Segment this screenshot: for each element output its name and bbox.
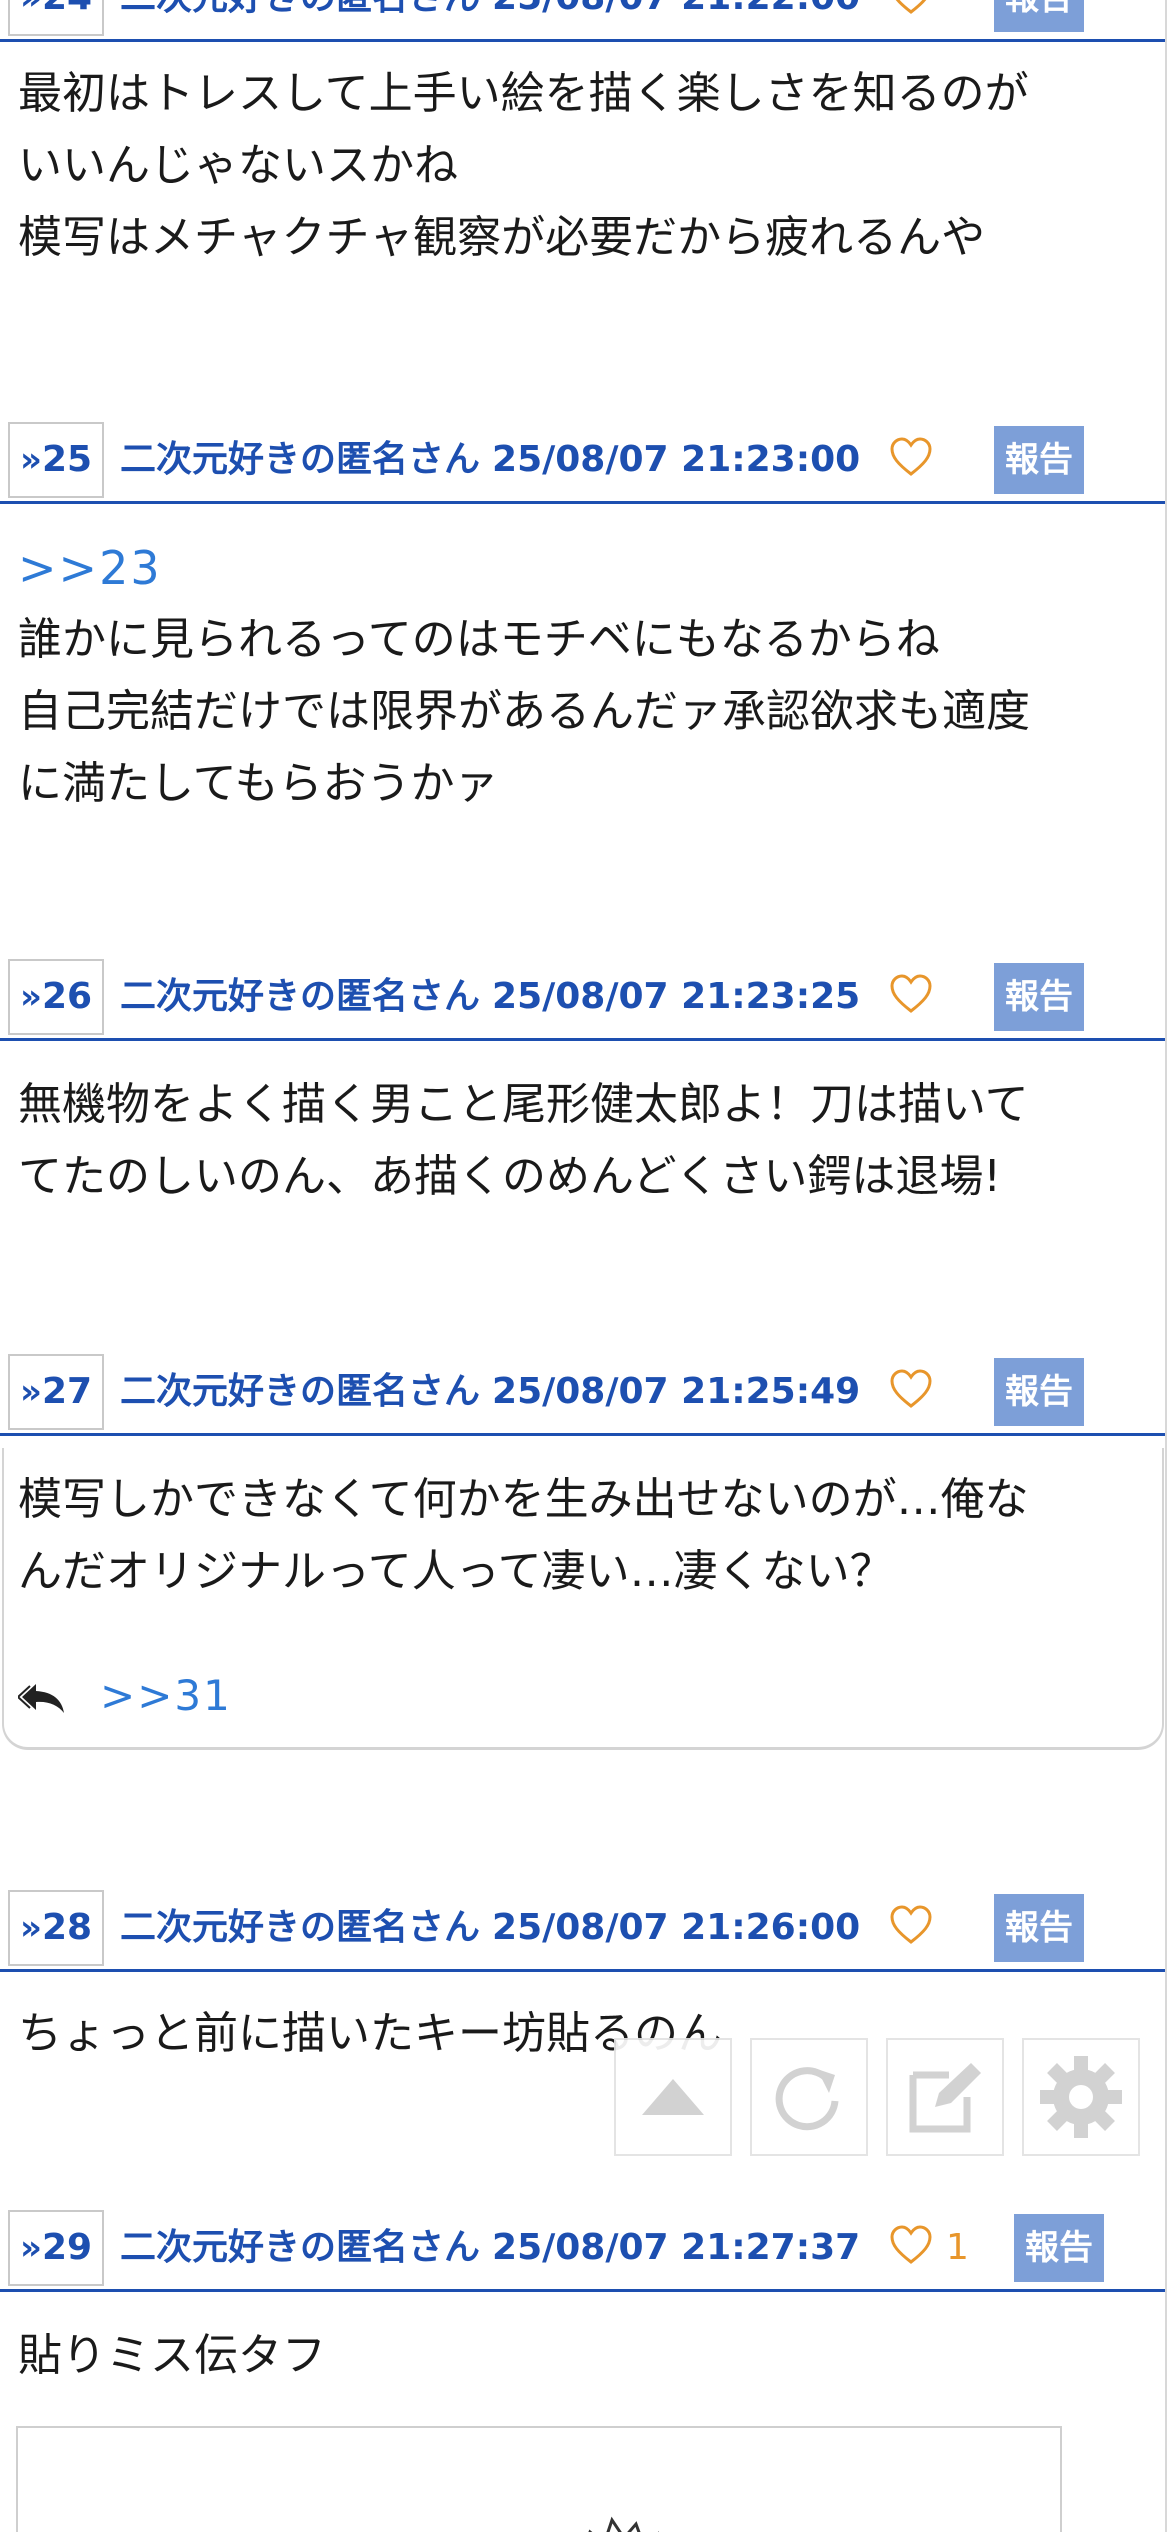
- post-header-28: » 28 二次元好きの匿名さん 25/08/07 21:26:00 報告: [0, 1886, 1166, 1972]
- like-button-24[interactable]: [888, 0, 942, 24]
- heart-icon: [890, 1369, 932, 1408]
- scroll-top-icon: [642, 2079, 704, 2115]
- post-text-line: 最初はトレスして上手い絵を描く楽しさを知るのが: [18, 68, 1029, 119]
- post-text-line: 貼りミス伝タフ: [18, 2330, 326, 2381]
- post-text-line: いいんじゃないスかね: [18, 140, 458, 191]
- post-number-27[interactable]: » 27: [8, 1354, 104, 1430]
- post-datetime: 25/08/07 21:27:37: [492, 2227, 861, 2268]
- post-text-line: 模写はメチャクチャ観察が必要だから疲れるんや: [18, 212, 986, 263]
- settings-icon: [1040, 2056, 1122, 2138]
- report-button-27[interactable]: 報告: [994, 1358, 1084, 1426]
- post-datetime: 25/08/07 21:23:25: [492, 976, 861, 1017]
- page-edge: [1165, 0, 1167, 2532]
- post-header-26: » 26 二次元好きの匿名さん 25/08/07 21:23:25 報告: [0, 955, 1166, 1041]
- divider: [0, 39, 1166, 42]
- anchor-link[interactable]: >>23: [18, 532, 1160, 604]
- post-number-26[interactable]: » 26: [8, 959, 104, 1035]
- reply-link[interactable]: >>31: [100, 1666, 232, 1726]
- report-button-24[interactable]: 報告: [994, 0, 1084, 32]
- like-button-29[interactable]: [888, 2224, 942, 2274]
- post-meta-28: 二次元好きの匿名さん 25/08/07 21:26:00: [120, 1890, 860, 1966]
- divider: [0, 501, 1166, 504]
- reply-chevron-icon: »: [20, 440, 42, 480]
- post-header-25: » 25 二次元好きの匿名さん 25/08/07 21:23:00 報告: [0, 418, 1166, 504]
- reply-chevron-icon: »: [20, 977, 42, 1017]
- like-count: 1: [946, 2227, 969, 2268]
- compose-icon: [909, 2063, 981, 2133]
- divider: [0, 1969, 1166, 1972]
- author-name: 二次元好きの匿名さん: [120, 976, 481, 1017]
- reply-arrow-icon: [18, 1684, 64, 1713]
- post-body-25: >>23 誰かに見られるってのはモチベにもなるからね 自己完結だけでは限界がある…: [0, 532, 1160, 820]
- post-text-line: てたのしいのん、あ描くのめんどくさい鍔は退場!: [18, 1151, 1001, 1202]
- post-number-24[interactable]: »24: [8, 0, 104, 36]
- post-body-26: 無機物をよく描く男こと尾形健太郎よ！刀は描いて てたのしいのん、あ描くのめんどく…: [0, 1069, 1160, 1213]
- heart-icon: [890, 2225, 932, 2264]
- post-text-line: 模写しかできなくて何かを生み出せないのが…俺な: [18, 1474, 1029, 1525]
- like-button-25[interactable]: [888, 436, 942, 486]
- author-name: 二次元好きの匿名さん: [120, 1371, 481, 1412]
- like-button-26[interactable]: [888, 973, 942, 1023]
- post-header-24: »24 二次元好きの匿名さん 25/08/07 21:22:00 報告: [0, 0, 1166, 42]
- heart-icon: [895, 0, 927, 14]
- divider: [0, 1433, 1166, 1436]
- heart-icon: [890, 1905, 932, 1944]
- report-button-26[interactable]: 報告: [994, 963, 1084, 1031]
- post-body-27: 模写しかできなくて何かを生み出せないのが…俺な んだオリジナルって人って凄い…凄…: [0, 1464, 1160, 1608]
- post-text-line: んだオリジナルって人って凄い…凄くない？: [18, 1546, 894, 1597]
- post-meta-29: 二次元好きの匿名さん 25/08/07 21:27:37: [120, 2210, 860, 2286]
- post-text-line: 自己完結だけでは限界があるんだァ承認欲求も適度: [18, 686, 1030, 737]
- post-number-28[interactable]: » 28: [8, 1890, 104, 1966]
- divider: [0, 2289, 1166, 2292]
- post-body-29: 貼りミス伝タフ: [0, 2320, 1160, 2392]
- compose-button[interactable]: [886, 2038, 1004, 2156]
- post-header-29: » 29 二次元好きの匿名さん 25/08/07 21:27:37 1 報告: [0, 2206, 1166, 2292]
- post-number-29[interactable]: » 29: [8, 2210, 104, 2286]
- divider: [0, 1038, 1166, 1041]
- post-text-line: 誰かに見られるってのはモチベにもなるからね: [18, 614, 940, 665]
- heart-icon: [890, 974, 932, 1013]
- post-body-24: 最初はトレスして上手い絵を描く楽しさを知るのが いいんじゃないスかね 模写はメチ…: [0, 58, 1160, 274]
- post-text-line: に満たしてもらおうかァ: [18, 758, 499, 809]
- post-datetime: 25/08/07 21:25:49: [492, 1371, 861, 1412]
- refresh-button[interactable]: [750, 2038, 868, 2156]
- post-header-27: » 27 二次元好きの匿名さん 25/08/07 21:25:49 報告: [0, 1350, 1166, 1436]
- post-text-line: 無機物をよく描く男こと尾形健太郎よ！刀は描いて: [18, 1079, 1029, 1130]
- thread-page: »24 二次元好きの匿名さん 25/08/07 21:22:00 報告 最初はトレ…: [0, 0, 1170, 2532]
- report-button-28[interactable]: 報告: [994, 1894, 1084, 1962]
- drawing-thumbnail: [588, 2516, 660, 2532]
- attached-image[interactable]: [16, 2426, 1062, 2532]
- post-datetime: 25/08/07 21:22:00: [492, 0, 860, 18]
- like-button-27[interactable]: [888, 1368, 942, 1418]
- report-button-29[interactable]: 報告: [1014, 2214, 1104, 2282]
- post-number-25[interactable]: » 25: [8, 422, 104, 498]
- post-datetime: 25/08/07 21:23:00: [492, 439, 861, 480]
- refresh-icon: [775, 2067, 839, 2131]
- reply-chevron-icon: »: [20, 1908, 42, 1948]
- reply-chevron-icon: »: [20, 1372, 42, 1412]
- report-button-25[interactable]: 報告: [994, 426, 1084, 494]
- author-name: 二次元好きの匿名さん: [120, 0, 480, 18]
- author-name: 二次元好きの匿名さん: [120, 1907, 481, 1948]
- author-name: 二次元好きの匿名さん: [120, 439, 481, 480]
- settings-button[interactable]: [1022, 2038, 1140, 2156]
- reply-chevron-icon: »: [20, 2228, 42, 2268]
- like-button-28[interactable]: [888, 1904, 942, 1954]
- author-name: 二次元好きの匿名さん: [120, 2227, 481, 2268]
- scroll-top-button[interactable]: [614, 2038, 732, 2156]
- post-meta-26: 二次元好きの匿名さん 25/08/07 21:23:25: [120, 959, 860, 1035]
- post-meta-24: 二次元好きの匿名さん 25/08/07 21:22:00: [120, 0, 860, 36]
- reply-chevron-icon: »: [20, 0, 42, 18]
- post-meta-27: 二次元好きの匿名さん 25/08/07 21:25:49: [120, 1354, 860, 1430]
- heart-icon: [890, 437, 932, 476]
- post-meta-25: 二次元好きの匿名さん 25/08/07 21:23:00: [120, 422, 860, 498]
- post-datetime: 25/08/07 21:26:00: [492, 1907, 861, 1948]
